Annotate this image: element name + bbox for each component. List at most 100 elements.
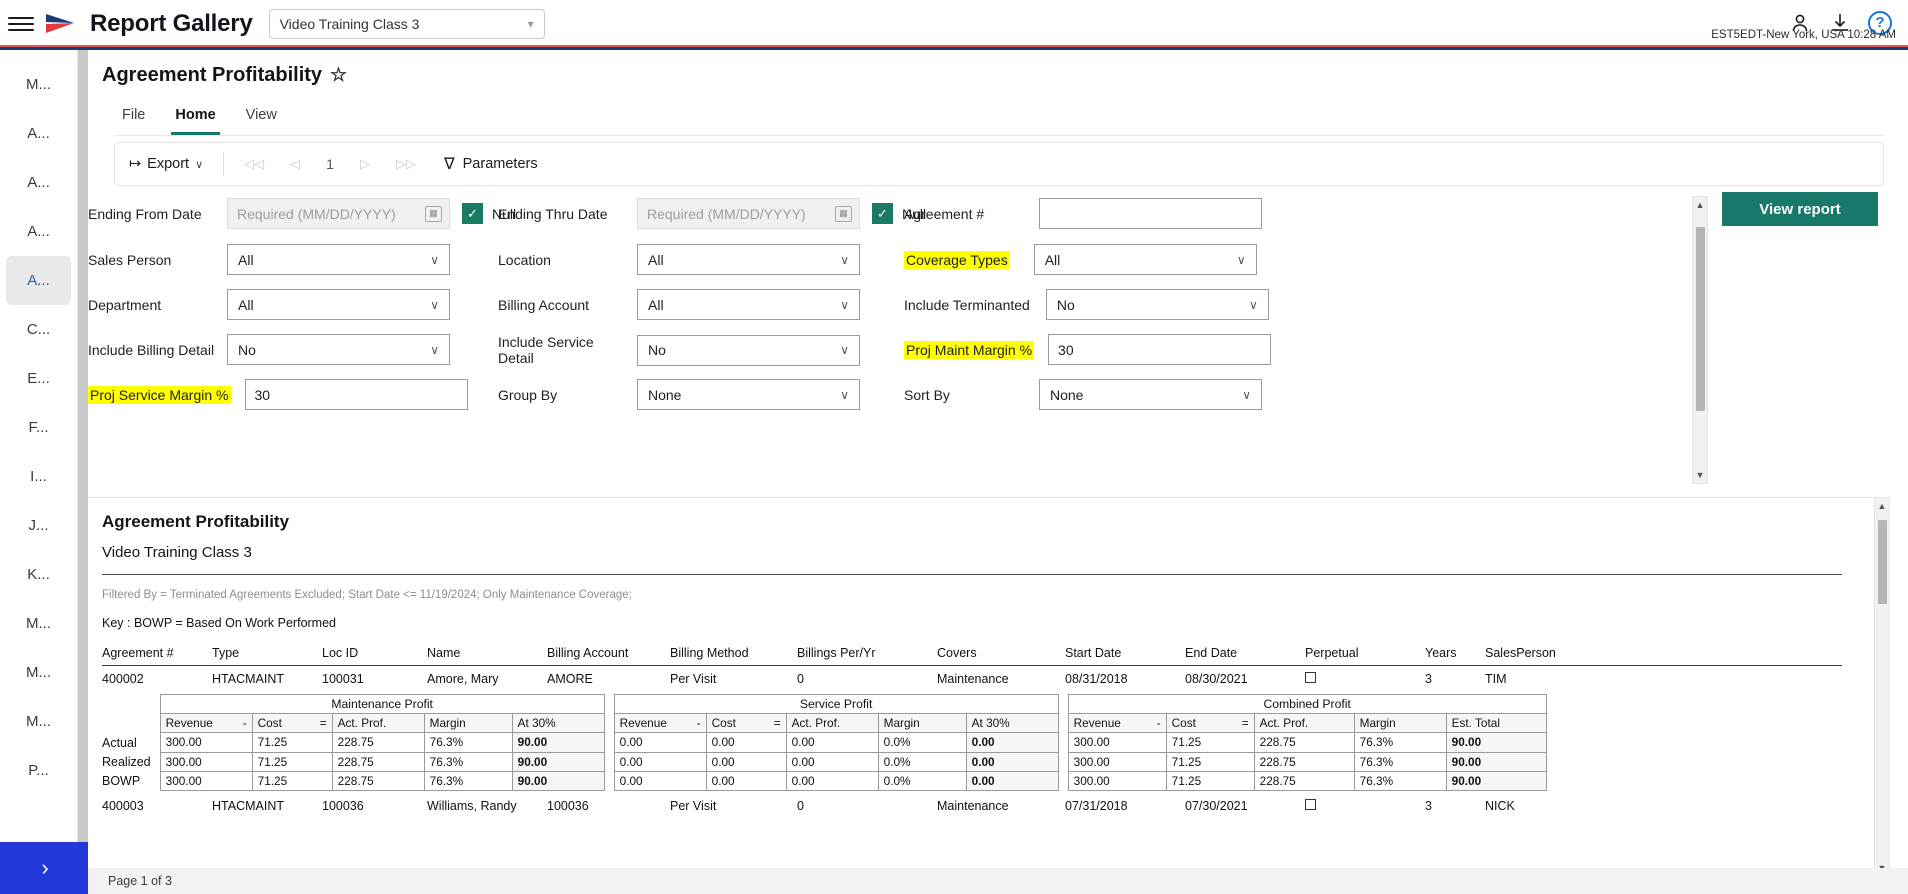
sidebar-item-4-active[interactable]: A... — [6, 256, 71, 305]
timezone-label: EST5EDT-New York, USA 10:28 AM — [1711, 29, 1896, 41]
sidebar-item-7[interactable]: F... — [6, 403, 71, 452]
mp-actual-at30: 90.00 — [511, 732, 605, 753]
cell-covers: Maintenance — [937, 672, 1009, 686]
table-row: 300.00 71.25 228.75 76.3% 90.00 — [159, 751, 605, 772]
billing-account-select[interactable]: All ∨ — [637, 289, 860, 320]
ending-from-date-null-checkbox[interactable]: ✓ — [462, 203, 483, 224]
sidebar-item-11[interactable]: M... — [6, 599, 71, 648]
sidebar-item-6[interactable]: E... — [6, 354, 71, 403]
param-label-agreement-number: Agreement # — [904, 205, 985, 222]
tab-home[interactable]: Home — [171, 101, 220, 135]
perpetual-checkbox[interactable] — [1305, 799, 1316, 810]
table-row[interactable]: 400002 HTACMAINT 100031 Amore, Mary AMOR… — [102, 666, 1842, 691]
sidebar-item-9[interactable]: J... — [6, 501, 71, 550]
table-row: 0.00 0.00 0.00 0.0% 0.00 — [613, 732, 1059, 753]
page-navigation: ◁◁ ◁ 1 ▷ ▷▷ — [244, 156, 416, 172]
export-label: Export — [147, 156, 190, 172]
parameters-scroll-thumb[interactable] — [1696, 227, 1705, 411]
cp-bowp-est-total: 90.00 — [1445, 770, 1547, 792]
first-page-icon[interactable]: ◁◁ — [244, 156, 264, 172]
param-label-include-service-detail: Include Service Detail — [498, 334, 594, 366]
scroll-up-icon[interactable]: ▲ — [1875, 498, 1889, 514]
scroll-down-icon[interactable]: ▼ — [1693, 467, 1707, 483]
proj-service-margin-input[interactable]: 30 — [244, 379, 468, 410]
chevron-down-icon: ∨ — [430, 252, 439, 267]
page-number-input[interactable]: 1 — [326, 156, 334, 172]
col-billings-per-yr: Billings Per/Yr — [797, 646, 937, 666]
chevron-down-icon: ∨ — [430, 297, 439, 312]
param-label-group-by: Group By — [498, 386, 558, 403]
group-by-select[interactable]: None ∨ — [637, 379, 860, 410]
agreement-number-input[interactable] — [1039, 198, 1262, 229]
location-select[interactable]: All ∨ — [637, 244, 860, 275]
view-report-button[interactable]: View report — [1722, 192, 1878, 226]
cell-covers-2: Maintenance — [937, 799, 1009, 813]
table-row: 300.00 71.25 228.75 76.3% 90.00 — [1067, 732, 1547, 753]
last-page-icon[interactable]: ▷▷ — [396, 156, 416, 172]
sort-by-select[interactable]: None ∨ — [1039, 379, 1262, 410]
chevron-down-icon: ∨ — [1242, 387, 1251, 402]
ending-thru-date-placeholder: Required (MM/DD/YYYY) — [647, 205, 806, 222]
cp-realized-est-total: 90.00 — [1445, 751, 1547, 772]
ribbon-toolbar: ↦ Export ∨ ◁◁ ◁ 1 ▷ ▷▷ ∇ Parameters — [114, 142, 1884, 186]
sp-actual-cost: 0.00 — [705, 732, 787, 753]
hamburger-icon[interactable] — [8, 16, 34, 31]
context-selector[interactable]: Video Training Class 3 ▾ — [268, 8, 545, 39]
sidebar-item-12[interactable]: M... — [6, 648, 71, 697]
report-scrollbar[interactable]: ▲ ▼ — [1874, 497, 1890, 877]
combined-profit-header: Revenue - Cost = Act. Prof. Margin Est. To… — [1067, 713, 1547, 734]
cell-type: HTACMAINT — [212, 672, 284, 686]
sidebar-item-10[interactable]: K... — [6, 550, 71, 599]
brand-logo-icon — [44, 11, 82, 37]
next-page-icon[interactable]: ▷ — [360, 156, 370, 172]
cell-billing-account: AMORE — [547, 672, 593, 686]
include-terminated-value: No — [1056, 296, 1075, 313]
col-years: Years — [1425, 646, 1485, 666]
sidebar-expand-button[interactable]: › — [0, 842, 90, 894]
department-select[interactable]: All ∨ — [227, 289, 450, 320]
parameters-button[interactable]: ∇ Parameters — [444, 154, 538, 174]
export-button[interactable]: ↦ Export ∨ — [129, 156, 203, 172]
tab-view[interactable]: View — [242, 101, 281, 135]
sidebar-item-5[interactable]: C... — [6, 305, 71, 354]
sidebar-item-2[interactable]: A... — [6, 158, 71, 207]
include-service-detail-select[interactable]: No ∨ — [637, 334, 860, 366]
proj-maint-margin-input[interactable]: 30 — [1048, 334, 1272, 365]
sales-person-value: All — [238, 251, 254, 268]
sidebar-item-3[interactable]: A... — [6, 207, 71, 256]
ending-thru-date-input[interactable]: Required (MM/DD/YYYY) ▦ — [637, 198, 860, 229]
tab-file[interactable]: File — [118, 101, 149, 135]
calendar-icon[interactable]: ▦ — [835, 205, 852, 222]
sidebar-item-0[interactable]: M... — [6, 60, 71, 109]
mp-col-cost: Cost = — [251, 713, 333, 734]
calendar-icon[interactable]: ▦ — [425, 205, 442, 222]
sidebar-item-1[interactable]: A... — [6, 109, 71, 158]
export-icon: ↦ — [129, 156, 142, 172]
sidebar-item-14[interactable]: P... — [6, 746, 71, 795]
prev-page-icon[interactable]: ◁ — [290, 156, 300, 172]
sidebar-scrollbar[interactable] — [78, 50, 88, 894]
cell-salesperson: TIM — [1485, 672, 1507, 686]
sp-bowp-act-prof: 0.00 — [785, 770, 879, 792]
include-terminated-select[interactable]: No ∨ — [1045, 289, 1269, 320]
cp-realized-margin: 76.3% — [1353, 751, 1447, 772]
ending-from-date-input[interactable]: Required (MM/DD/YYYY) ▦ — [227, 198, 450, 229]
coverage-types-select[interactable]: All ∨ — [1033, 244, 1257, 275]
table-row[interactable]: 400003 HTACMAINT 100036 Williams, Randy … — [102, 799, 1842, 819]
ending-thru-date-null-checkbox[interactable]: ✓ — [872, 203, 893, 224]
parameters-scrollbar[interactable]: ▲ ▼ — [1692, 196, 1708, 484]
sales-person-select[interactable]: All ∨ — [227, 244, 450, 275]
sidebar-item-8[interactable]: I... — [6, 452, 71, 501]
report-scroll-thumb[interactable] — [1878, 520, 1887, 604]
favorite-star-icon[interactable]: ☆ — [330, 64, 347, 87]
perpetual-checkbox[interactable] — [1305, 672, 1316, 683]
cp-bowp-revenue: 300.00 — [1067, 770, 1167, 792]
scroll-up-icon[interactable]: ▲ — [1693, 197, 1707, 213]
sp-bowp-cost: 0.00 — [705, 770, 787, 792]
cp-col-cost: Cost = — [1165, 713, 1255, 734]
sidebar-item-13[interactable]: M... — [6, 697, 71, 746]
location-value: All — [648, 251, 664, 268]
mp-actual-revenue: 300.00 — [159, 732, 253, 753]
param-label-ending-thru-date: Ending Thru Date — [498, 205, 608, 222]
include-billing-detail-select[interactable]: No ∨ — [227, 334, 450, 365]
